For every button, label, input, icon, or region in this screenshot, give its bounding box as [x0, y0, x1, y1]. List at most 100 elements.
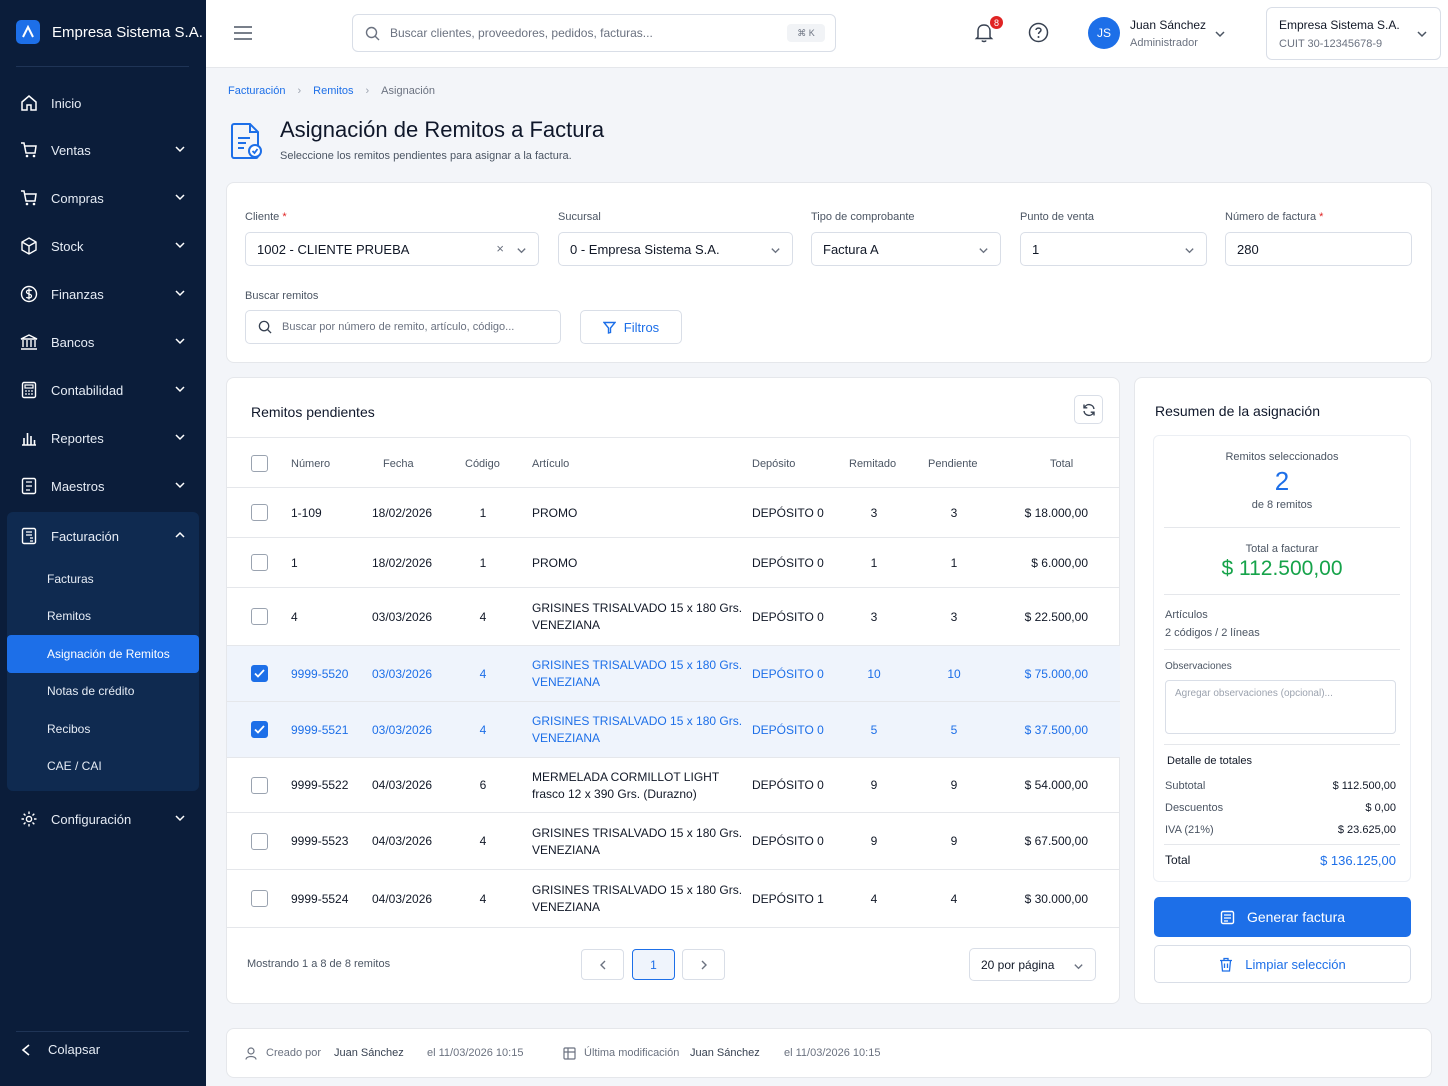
sidebar-item-facturacion[interactable]: Facturación — [7, 512, 199, 560]
observaciones-textarea[interactable]: Agregar observaciones (opcional)... — [1165, 680, 1396, 734]
avatar[interactable]: JS — [1088, 17, 1120, 49]
table-row[interactable]: 4 03/03/2026 4 GRISINES TRISALVADO 15 x 180… — [227, 588, 1120, 646]
form-card: Cliente * 1002 - CLIENTE PRUEBA × Sucurs… — [226, 182, 1432, 363]
buscar-placeholder: Buscar por número de remito, artículo, c… — [282, 321, 515, 333]
sidebar-item-compras[interactable]: Compras — [0, 174, 206, 222]
cell-pendiente: 9 — [950, 778, 958, 792]
col-fecha[interactable]: Fecha — [383, 458, 414, 470]
generar-label: Generar factura — [1246, 909, 1346, 925]
tipo-select[interactable]: Factura A — [811, 232, 1001, 266]
refresh-button[interactable] — [1074, 395, 1103, 424]
page-button-current[interactable]: 1 — [632, 949, 675, 980]
buscar-remitos-input[interactable]: Buscar por número de remito, artículo, c… — [245, 310, 561, 344]
modificacion-date: el 11/03/2026 10:15 — [784, 1047, 881, 1059]
global-search-input[interactable]: Buscar clientes, proveedores, pedidos, f… — [352, 14, 836, 52]
row-checkbox[interactable] — [251, 721, 268, 738]
row-checkbox[interactable] — [251, 776, 268, 794]
cliente-select[interactable]: 1002 - CLIENTE PRUEBA × — [245, 232, 539, 266]
breadcrumb-remitos[interactable]: Remitos — [313, 85, 353, 97]
table-row[interactable]: 9999-5520 03/03/2026 4 GRISINES TRISALVADO … — [227, 646, 1120, 702]
cell-articulo-line: VENEZIANA — [532, 618, 601, 632]
generar-factura-button[interactable]: Generar factura — [1154, 897, 1411, 937]
breadcrumb-facturacion[interactable]: Facturación — [228, 85, 285, 97]
calculator-icon — [21, 381, 37, 399]
divider — [1164, 594, 1400, 595]
prev-page-button[interactable] — [581, 949, 624, 980]
brand-name: Empresa Sistema S.A. — [52, 23, 203, 41]
topbar: Buscar clientes, proveedores, pedidos, f… — [206, 0, 1448, 68]
creado-label: Creado por — [266, 1047, 322, 1059]
punto-select[interactable]: 1 — [1020, 232, 1207, 266]
col-pendiente[interactable]: Pendiente — [928, 458, 978, 470]
table-row[interactable]: 1-109 18/02/2026 1 PROMO DEPÓSITO 0 3 3 $ 18.00… — [227, 488, 1120, 538]
chevron-down-icon[interactable] — [1214, 28, 1226, 40]
sidebar-item-configuracion[interactable]: Configuración — [0, 795, 206, 843]
cell-total: $ 75.000,00 — [1024, 666, 1088, 681]
numero-factura-input[interactable]: 280 — [1225, 232, 1412, 266]
sidebar-sub-recibos[interactable]: Recibos — [7, 710, 199, 748]
sidebar-item-label: Facturación — [51, 528, 119, 544]
shortcut-hint: ⌘ K — [787, 24, 825, 42]
filtros-button[interactable]: Filtros — [580, 310, 682, 344]
sidebar-sub-remitos[interactable]: Remitos — [7, 598, 199, 636]
articulos-value: 2 códigos / 2 líneas — [1165, 627, 1260, 639]
menu-icon[interactable] — [234, 26, 252, 40]
sidebar-item-finanzas[interactable]: Finanzas — [0, 270, 206, 318]
col-total[interactable]: Total — [1050, 458, 1073, 470]
user-menu[interactable]: Juan Sánchez Administrador — [1130, 18, 1206, 49]
select-all-checkbox[interactable] — [251, 455, 268, 472]
col-remitado[interactable]: Remitado — [849, 458, 896, 470]
sidebar-item-label: Finanzas — [51, 286, 104, 302]
company-name: Empresa Sistema S.A. — [1279, 18, 1400, 32]
row-checkbox[interactable] — [251, 890, 268, 907]
table-row[interactable]: 9999-5522 04/03/2026 6 MERMELADA CORMILLOT … — [227, 758, 1120, 813]
iva-label: IVA (21%) — [1165, 824, 1214, 836]
cell-remitado: 5 — [870, 722, 878, 737]
company-selector[interactable]: Empresa Sistema S.A. CUIT 30-12345678-9 — [1266, 7, 1441, 60]
per-page-select[interactable]: 20 por página — [969, 948, 1096, 981]
table-row[interactable]: 1 18/02/2026 1 PROMO DEPÓSITO 0 1 1 $ 6.000,00 — [227, 538, 1120, 588]
sidebar-item-maestros[interactable]: Maestros — [0, 462, 206, 510]
sidebar-item-inicio[interactable]: Inicio — [0, 80, 206, 126]
limpiar-label: Limpiar selección — [1245, 956, 1346, 972]
next-page-button[interactable] — [682, 949, 725, 980]
cell-articulo: GRISINES TRISALVADO 15 x 180 Grs. VENEZIA… — [532, 825, 742, 859]
row-checkbox[interactable] — [251, 504, 268, 521]
sidebar-sub-notas-credito[interactable]: Notas de crédito — [7, 673, 199, 711]
sidebar-item-contabilidad[interactable]: Contabilidad — [0, 366, 206, 414]
cell-deposito: DEPÓSITO 0 — [752, 505, 824, 520]
brand[interactable]: Empresa Sistema S.A. — [16, 20, 203, 44]
cell-pendiente: 3 — [950, 505, 958, 520]
trash-icon — [1220, 957, 1233, 972]
col-codigo[interactable]: Código — [465, 458, 500, 470]
col-deposito[interactable]: Depósito — [752, 458, 795, 470]
cell-codigo: 4 — [479, 666, 487, 681]
sidebar-item-stock[interactable]: Stock — [0, 222, 206, 270]
collapse-button[interactable]: Colapsar — [20, 1042, 100, 1057]
row-checkbox[interactable] — [251, 554, 268, 571]
sidebar-item-bancos[interactable]: Bancos — [0, 318, 206, 366]
sucursal-select[interactable]: 0 - Empresa Sistema S.A. — [558, 232, 793, 266]
table-row[interactable]: 9999-5524 04/03/2026 4 GRISINES TRISALVADO … — [227, 870, 1120, 928]
row-checkbox[interactable] — [251, 608, 268, 625]
sidebar-item-reportes[interactable]: Reportes — [0, 414, 206, 462]
row-checkbox[interactable] — [251, 832, 268, 850]
col-numero[interactable]: Número — [291, 458, 330, 470]
table-row[interactable]: 9999-5521 03/03/2026 4 GRISINES TRISALVADO … — [227, 702, 1120, 758]
col-articulo[interactable]: Artículo — [532, 458, 569, 470]
table-row[interactable]: 9999-5523 04/03/2026 4 GRISINES TRISALVADO … — [227, 813, 1120, 870]
sidebar-item-ventas[interactable]: Ventas — [0, 126, 206, 174]
sidebar-sub-facturas[interactable]: Facturas — [7, 560, 199, 598]
cliente-value: 1002 - CLIENTE PRUEBA — [257, 241, 410, 257]
cell-total: $ 22.500,00 — [1024, 609, 1088, 624]
sidebar-sub-cae-cai[interactable]: CAE / CAI — [7, 748, 199, 786]
limpiar-seleccion-button[interactable]: Limpiar selección — [1154, 945, 1411, 983]
detalle-label: Detalle de totales — [1167, 755, 1252, 767]
help-icon[interactable] — [1028, 22, 1049, 43]
row-checkbox[interactable] — [251, 665, 268, 682]
filtros-label: Filtros — [623, 319, 660, 335]
numero-value: 280 — [1237, 241, 1259, 257]
sidebar-sub-asignacion[interactable]: Asignación de Remitos — [7, 635, 199, 673]
clear-icon[interactable]: × — [496, 241, 504, 256]
breadcrumb-current: Asignación — [381, 85, 435, 97]
